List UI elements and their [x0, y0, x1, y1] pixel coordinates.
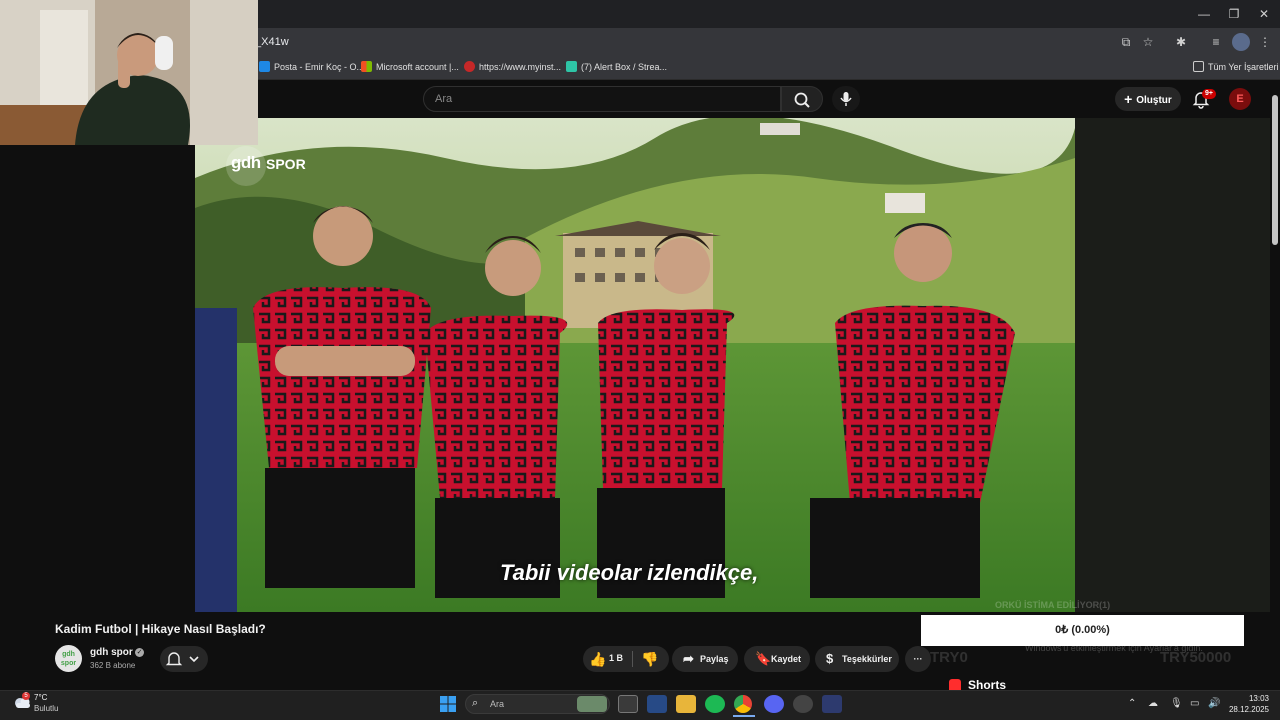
all-bookmarks[interactable]: Tüm Yer İşaretleri	[1193, 59, 1279, 75]
weather-description: Bulutlu	[34, 704, 59, 713]
thanks-icon: $	[826, 651, 834, 666]
taskbar-search-placeholder: Ara	[490, 699, 505, 709]
faded-overlay-title: ORKÜ İSTİMA EDİLİYOR(1)	[995, 600, 1111, 610]
active-app-indicator	[733, 715, 755, 717]
url-field[interactable]: _X41w	[255, 31, 1155, 53]
subscription-bell-button[interactable]	[160, 646, 208, 672]
bookmark-item[interactable]: Posta - Emir Koç - O...	[259, 59, 364, 75]
close-window-button[interactable]: ✕	[1252, 5, 1276, 23]
windows-logo-icon	[440, 696, 456, 712]
share-label: Paylaş	[700, 654, 729, 664]
page-background-left	[0, 145, 195, 612]
url-text: _X41w	[255, 36, 289, 48]
video-caption: Tabii videolar izlendikçe,	[500, 560, 759, 585]
folder-icon	[1193, 61, 1204, 72]
search-highlight-icon	[577, 696, 607, 712]
browser-menu-icon[interactable]: ⋮	[1256, 33, 1274, 51]
media-control-icon[interactable]: ≡	[1207, 33, 1225, 51]
bell-icon	[165, 652, 199, 666]
site-icon	[464, 61, 475, 72]
microsoft-icon	[361, 61, 372, 72]
network-icon[interactable]: ▭	[1190, 698, 1199, 709]
extensions-icon[interactable]: ✱	[1172, 33, 1190, 51]
video-frame	[195, 118, 1075, 612]
share-icon: ➦	[683, 651, 694, 666]
donation-goal-bar: 0₺ (0.00%)	[921, 615, 1244, 646]
outlook-icon	[259, 61, 270, 72]
scrollbar-thumb[interactable]	[1272, 95, 1278, 245]
weather-temperature: 7°C	[34, 693, 48, 702]
chrome-icon[interactable]	[734, 695, 752, 713]
video-player[interactable]	[195, 118, 1075, 612]
bookmark-label: Posta - Emir Koç - O...	[274, 62, 365, 72]
like-divider	[632, 651, 633, 667]
plus-icon: +	[1124, 91, 1137, 107]
ambient-glow	[1075, 118, 1270, 612]
goal-start-label: TRY0	[930, 649, 968, 666]
discord-icon[interactable]	[764, 695, 784, 713]
search-button[interactable]	[781, 86, 823, 112]
bookmark-item[interactable]: https://www.myinst...	[464, 59, 561, 75]
thanks-label: Teşekkürler	[842, 654, 892, 664]
notification-badge: 9+	[1202, 89, 1216, 99]
search-input[interactable]: Ara	[423, 86, 781, 112]
search-placeholder: Ara	[435, 93, 453, 105]
app-icon[interactable]	[822, 695, 842, 713]
install-app-icon[interactable]: ⧉	[1117, 33, 1135, 51]
file-explorer-icon[interactable]	[676, 695, 696, 713]
webcam-overlay	[0, 0, 258, 145]
thumbs-down-icon[interactable]: 👎	[641, 651, 658, 668]
account-avatar[interactable]: E	[1229, 88, 1251, 110]
minimize-button[interactable]: —	[1192, 5, 1216, 23]
weather-badge: 5	[22, 692, 30, 700]
bookmark-item[interactable]: (7) Alert Box / Strea...	[566, 59, 667, 75]
channel-name[interactable]: gdh spor	[90, 647, 133, 658]
save-label: Kaydet	[771, 654, 802, 664]
microphone-icon[interactable]: 🎙	[1170, 698, 1183, 709]
vpn-app-icon[interactable]	[647, 695, 667, 713]
bookmark-icon: 🔖	[755, 651, 772, 666]
windows-taskbar	[0, 690, 1280, 720]
onedrive-icon[interactable]: ☁	[1148, 698, 1158, 709]
more-actions-button[interactable]: ···	[905, 646, 931, 672]
task-view-icon[interactable]	[618, 695, 638, 713]
thanks-button[interactable]: $ Teşekkürler	[815, 646, 899, 672]
like-count[interactable]: 1 B	[609, 653, 623, 663]
video-title: Kadim Futbol | Hikaye Nasıl Başladı?	[55, 622, 266, 636]
microphone-icon	[840, 92, 852, 106]
windows-activation-note: Windows'u etkinleştirmek için Ayarlar'a …	[1025, 643, 1203, 653]
tray-chevron-icon[interactable]: ⌃	[1128, 698, 1136, 709]
clock-date[interactable]: 28.12.2025	[1228, 705, 1269, 714]
start-button[interactable]	[440, 696, 456, 717]
streamlabs-icon	[566, 61, 577, 72]
restore-button[interactable]: ❐	[1222, 5, 1246, 23]
voice-search-button[interactable]	[832, 86, 860, 112]
all-bookmarks-label: Tüm Yer İşaretleri	[1208, 62, 1279, 72]
watermark-text: gdh	[231, 153, 261, 172]
bookmark-label: https://www.myinst...	[479, 62, 562, 72]
search-icon	[794, 92, 810, 108]
share-button[interactable]: ➦ Paylaş	[672, 646, 738, 672]
bookmark-label: Microsoft account |...	[376, 62, 459, 72]
verified-icon: ✓	[135, 648, 144, 657]
watermark-subtext: SPOR	[266, 156, 306, 172]
search-icon: ⌕	[472, 697, 479, 709]
create-button[interactable]: + Oluştur	[1115, 87, 1181, 111]
bookmark-item[interactable]: Microsoft account |...	[361, 59, 459, 75]
bookmark-star-icon[interactable]: ☆	[1139, 33, 1157, 51]
webcam-frame	[0, 0, 258, 145]
spotify-icon[interactable]	[705, 695, 725, 713]
channel-avatar[interactable]: gdh spor	[55, 645, 82, 672]
volume-icon[interactable]: 🔊	[1208, 698, 1220, 709]
bookmark-label: (7) Alert Box / Strea...	[581, 62, 668, 72]
save-button[interactable]: 🔖 Kaydet	[744, 646, 810, 672]
profile-icon[interactable]	[1232, 33, 1250, 51]
thumbs-up-icon[interactable]: 👍	[589, 651, 606, 668]
obs-icon[interactable]	[793, 695, 813, 713]
create-label: Oluştur	[1136, 95, 1172, 106]
subscriber-count: 362 B abone	[90, 661, 136, 670]
clock-time[interactable]: 13:03	[1245, 694, 1269, 703]
more-icon: ···	[913, 654, 923, 664]
